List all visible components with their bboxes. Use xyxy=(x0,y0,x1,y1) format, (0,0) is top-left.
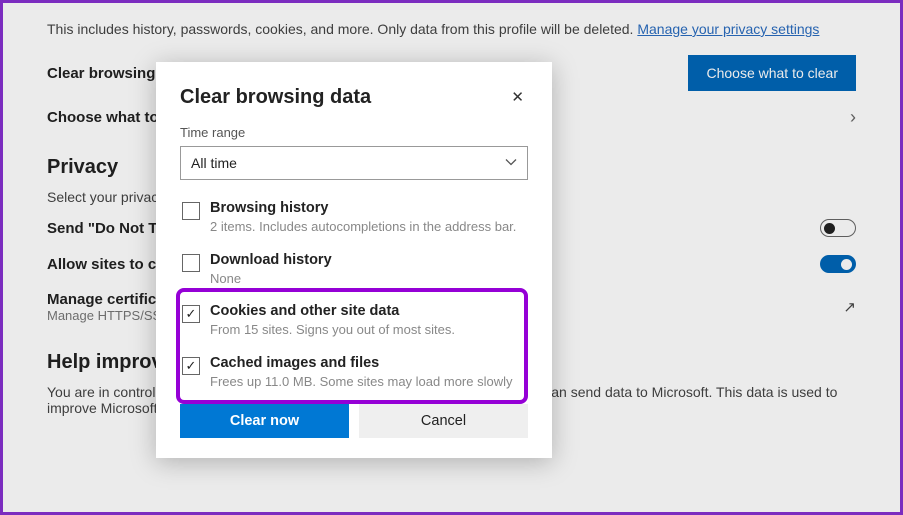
option-title: Download history xyxy=(210,252,524,268)
dialog-title: Clear browsing data xyxy=(180,86,371,109)
data-type-list[interactable]: Browsing history 2 items. Includes autoc… xyxy=(180,194,528,390)
option-sub: 2 items. Includes autocompletions in the… xyxy=(210,218,524,236)
time-range-select[interactable]: All time xyxy=(180,146,528,180)
clear-now-button[interactable]: Clear now xyxy=(180,404,349,438)
checkbox[interactable] xyxy=(182,305,200,323)
close-icon[interactable]: ✕ xyxy=(507,86,528,108)
checkbox[interactable] xyxy=(182,202,200,220)
clear-browsing-data-dialog: Clear browsing data ✕ Time range All tim… xyxy=(156,62,552,458)
chevron-down-icon xyxy=(505,155,517,171)
checkbox[interactable] xyxy=(182,254,200,272)
option-sub: From 15 sites. Signs you out of most sit… xyxy=(210,321,524,339)
time-range-value: All time xyxy=(191,155,237,171)
option-browsing-history[interactable]: Browsing history 2 items. Includes autoc… xyxy=(180,194,526,246)
option-download-history[interactable]: Download history None xyxy=(180,246,526,298)
option-title: Cookies and other site data xyxy=(210,303,524,319)
option-cached-images[interactable]: Cached images and files Frees up 11.0 MB… xyxy=(180,349,526,390)
time-range-label: Time range xyxy=(180,125,528,140)
option-cookies[interactable]: Cookies and other site data From 15 site… xyxy=(180,297,526,349)
checkbox[interactable] xyxy=(182,357,200,375)
option-title: Cached images and files xyxy=(210,355,524,371)
option-sub: Frees up 11.0 MB. Some sites may load mo… xyxy=(210,373,524,390)
option-title: Browsing history xyxy=(210,200,524,216)
option-sub: None xyxy=(210,270,524,288)
cancel-button[interactable]: Cancel xyxy=(359,404,528,438)
